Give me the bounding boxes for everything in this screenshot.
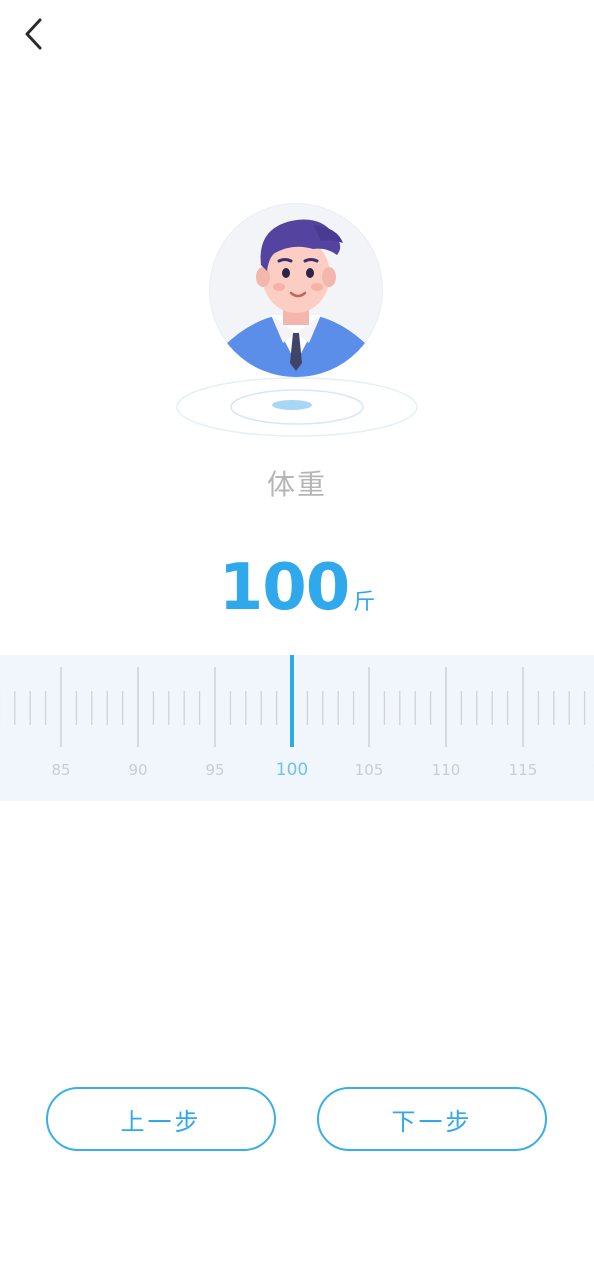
weight-value: 100 — [218, 551, 351, 625]
chevron-left-icon — [25, 18, 42, 50]
avatar — [209, 203, 383, 377]
ruler-tick-label: 110 — [432, 761, 461, 779]
back-button[interactable] — [14, 14, 54, 54]
weight-setup-screen: 体重 100 斤 8590951001051101151 上一步 下一步 — [0, 0, 594, 1280]
avatar-platform-glow — [176, 377, 418, 437]
ruler-tick-label: 85 — [51, 761, 70, 779]
previous-step-button[interactable]: 上一步 — [46, 1087, 276, 1151]
ruler-selected-label: 100 — [276, 760, 308, 780]
ruler-tick-label: 90 — [128, 761, 147, 779]
weight-unit: 斤 — [353, 590, 376, 615]
weight-ruler-slider[interactable]: 8590951001051101151 — [0, 655, 594, 801]
male-avatar-illustration — [223, 219, 369, 377]
weight-value-display: 100 斤 — [0, 550, 594, 620]
ruler-tick-label: 95 — [205, 761, 224, 779]
ruler-scale: 8590951001051101151 — [0, 655, 594, 780]
field-label: 体重 — [266, 468, 327, 501]
ruler-tick-label: 115 — [509, 761, 538, 779]
next-step-button[interactable]: 下一步 — [317, 1087, 547, 1151]
ruler-tick-label: 105 — [355, 761, 384, 779]
avatar-circle — [209, 203, 383, 377]
